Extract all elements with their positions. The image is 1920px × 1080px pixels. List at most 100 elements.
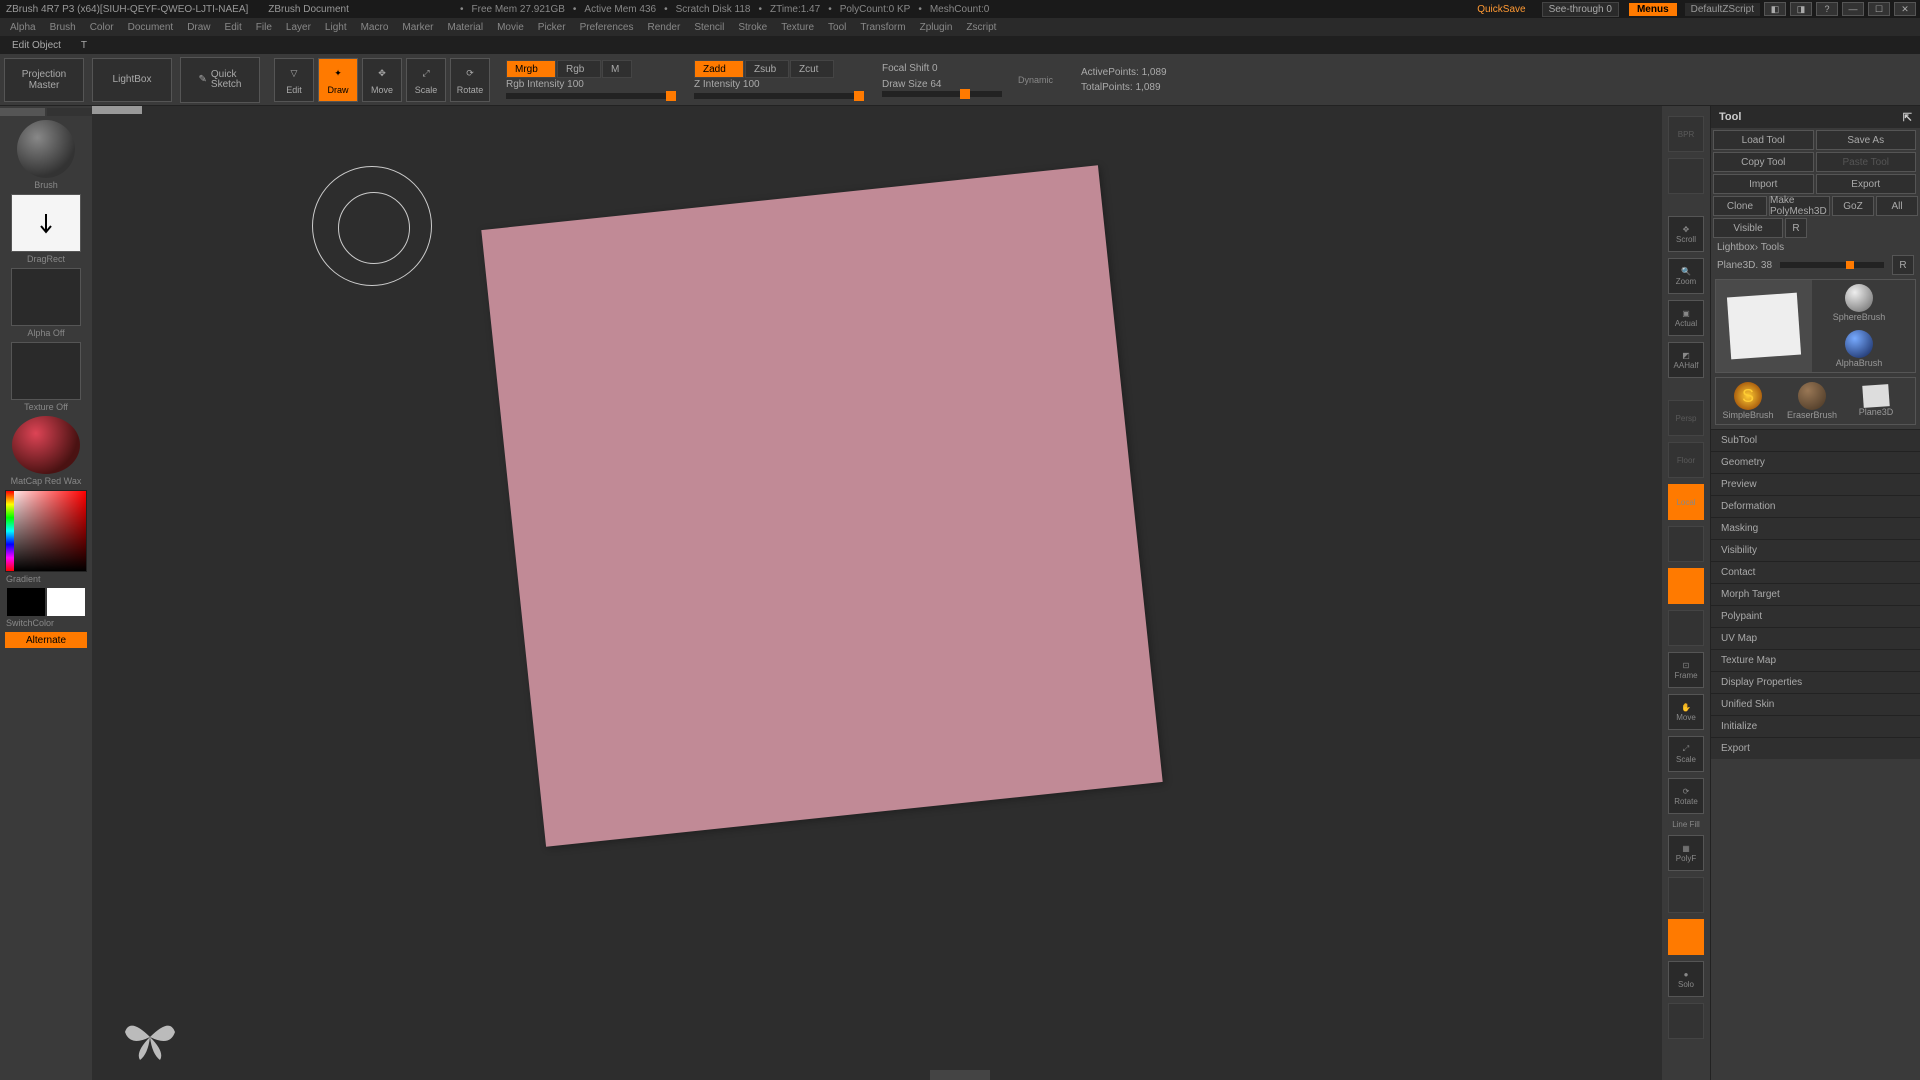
nav-orange2[interactable] <box>1668 568 1704 604</box>
section-export[interactable]: Export <box>1711 737 1920 759</box>
nav-blank1[interactable] <box>1668 158 1704 194</box>
local-button[interactable]: Local <box>1668 484 1704 520</box>
window-btn-2[interactable]: ◨ <box>1790 2 1812 16</box>
projection-master-button[interactable]: ProjectionMaster <box>4 58 84 102</box>
menu-movie[interactable]: Movie <box>497 22 524 33</box>
swatch-white[interactable] <box>47 588 85 616</box>
draw-size-slider[interactable] <box>882 91 1002 97</box>
alpha-thumb[interactable] <box>11 268 81 326</box>
nav-dim1[interactable] <box>1668 610 1704 646</box>
menu-edit[interactable]: Edit <box>225 22 242 33</box>
window-btn-1[interactable]: ◧ <box>1764 2 1786 16</box>
nav-orange3[interactable] <box>1668 919 1704 955</box>
color-picker[interactable] <box>5 490 87 572</box>
rotate-mode-button[interactable]: ⟳Rotate <box>450 58 490 102</box>
plane3d-mesh[interactable] <box>481 165 1162 846</box>
persp-button[interactable]: Persp <box>1668 400 1704 436</box>
eraserbrush-tool[interactable]: EraserBrush <box>1780 378 1844 424</box>
load-tool-button[interactable]: Load Tool <box>1713 130 1814 150</box>
section-contact[interactable]: Contact <box>1711 561 1920 583</box>
rgb-button[interactable]: Rgb <box>557 60 601 78</box>
switchcolor-button[interactable]: SwitchColor <box>6 618 54 628</box>
menu-stencil[interactable]: Stencil <box>694 22 724 33</box>
quicksave-button[interactable]: QuickSave <box>1477 4 1525 15</box>
nav-scale-button[interactable]: ⤢Scale <box>1668 736 1704 772</box>
zsub-button[interactable]: Zsub <box>745 60 789 78</box>
nav-dim3[interactable] <box>1668 1003 1704 1039</box>
menu-tool[interactable]: Tool <box>828 22 846 33</box>
section-subtool[interactable]: SubTool <box>1711 429 1920 451</box>
m-button[interactable]: M <box>602 60 632 78</box>
brush-preview[interactable] <box>17 120 75 178</box>
help-icon[interactable]: ? <box>1816 2 1838 16</box>
section-uvmap[interactable]: UV Map <box>1711 627 1920 649</box>
r2-button[interactable]: R <box>1892 255 1914 275</box>
menu-layer[interactable]: Layer <box>286 22 311 33</box>
mrgb-button[interactable]: Mrgb <box>506 60 556 78</box>
menu-brush[interactable]: Brush <box>50 22 76 33</box>
section-texturemap[interactable]: Texture Map <box>1711 649 1920 671</box>
menu-document[interactable]: Document <box>128 22 174 33</box>
canvas-tab[interactable] <box>92 106 142 114</box>
section-polypaint[interactable]: Polypaint <box>1711 605 1920 627</box>
undock-icon[interactable]: ⇱ <box>1903 111 1912 124</box>
import-button[interactable]: Import <box>1713 174 1814 194</box>
menu-picker[interactable]: Picker <box>538 22 566 33</box>
section-unifiedskin[interactable]: Unified Skin <box>1711 693 1920 715</box>
tool-slider[interactable] <box>1780 262 1884 268</box>
menu-alpha[interactable]: Alpha <box>10 22 36 33</box>
copy-tool-button[interactable]: Copy Tool <box>1713 152 1814 172</box>
section-deformation[interactable]: Deformation <box>1711 495 1920 517</box>
section-displayprops[interactable]: Display Properties <box>1711 671 1920 693</box>
menu-light[interactable]: Light <box>325 22 347 33</box>
visible-button[interactable]: Visible <box>1713 218 1783 238</box>
clone-button[interactable]: Clone <box>1713 196 1767 216</box>
nav-move-button[interactable]: ✋Move <box>1668 694 1704 730</box>
bpr-button[interactable]: BPR <box>1668 116 1704 152</box>
export-button[interactable]: Export <box>1816 174 1917 194</box>
scroll-button[interactable]: ✥Scroll <box>1668 216 1704 252</box>
section-initialize[interactable]: Initialize <box>1711 715 1920 737</box>
close-icon[interactable]: ✕ <box>1894 2 1916 16</box>
menu-texture[interactable]: Texture <box>781 22 814 33</box>
nav-rotate-button[interactable]: ⟳Rotate <box>1668 778 1704 814</box>
polyf-button[interactable]: ▦PolyF <box>1668 835 1704 871</box>
actual-button[interactable]: ▣Actual <box>1668 300 1704 336</box>
texture-thumb[interactable] <box>11 342 81 400</box>
lightbox-tools-label[interactable]: Lightbox› Tools <box>1711 240 1920 255</box>
zadd-button[interactable]: Zadd <box>694 60 744 78</box>
section-morphtarget[interactable]: Morph Target <box>1711 583 1920 605</box>
menu-file[interactable]: File <box>256 22 272 33</box>
edit-mode-button[interactable]: ▽Edit <box>274 58 314 102</box>
aahalf-button[interactable]: ◩AAHalf <box>1668 342 1704 378</box>
zoom-button[interactable]: 🔍Zoom <box>1668 258 1704 294</box>
default-zscript[interactable]: DefaultZScript <box>1685 3 1760 16</box>
menus-toggle[interactable]: Menus <box>1629 3 1677 16</box>
swatch-black[interactable] <box>7 588 45 616</box>
gradient-label[interactable]: Gradient <box>6 574 41 584</box>
save-as-button[interactable]: Save As <box>1816 130 1917 150</box>
maximize-icon[interactable]: ☐ <box>1868 2 1890 16</box>
dynamic-label[interactable]: Dynamic <box>1018 75 1053 85</box>
spherebrush-tool[interactable]: SphereBrush <box>1812 280 1906 326</box>
floor-button[interactable]: Floor <box>1668 442 1704 478</box>
material-thumb[interactable] <box>12 416 80 474</box>
menu-color[interactable]: Color <box>90 22 114 33</box>
section-visibility[interactable]: Visibility <box>1711 539 1920 561</box>
minimize-icon[interactable]: — <box>1842 2 1864 16</box>
all-button[interactable]: All <box>1876 196 1918 216</box>
stroke-thumb[interactable] <box>11 194 81 252</box>
menu-marker[interactable]: Marker <box>402 22 433 33</box>
scale-mode-button[interactable]: ⤢Scale <box>406 58 446 102</box>
frame-button[interactable]: ⊡Frame <box>1668 652 1704 688</box>
z-intensity-slider[interactable] <box>694 93 864 99</box>
rgb-intensity-slider[interactable] <box>506 93 676 99</box>
nav-dim2[interactable] <box>1668 877 1704 913</box>
solo-button[interactable]: ●Solo <box>1668 961 1704 997</box>
draw-mode-button[interactable]: ✦Draw <box>318 58 358 102</box>
alphabrush-tool[interactable]: AlphaBrush <box>1812 326 1906 372</box>
move-mode-button[interactable]: ✥Move <box>362 58 402 102</box>
see-through-slider[interactable]: See-through 0 <box>1542 2 1619 17</box>
menu-preferences[interactable]: Preferences <box>580 22 634 33</box>
menu-macro[interactable]: Macro <box>361 22 389 33</box>
